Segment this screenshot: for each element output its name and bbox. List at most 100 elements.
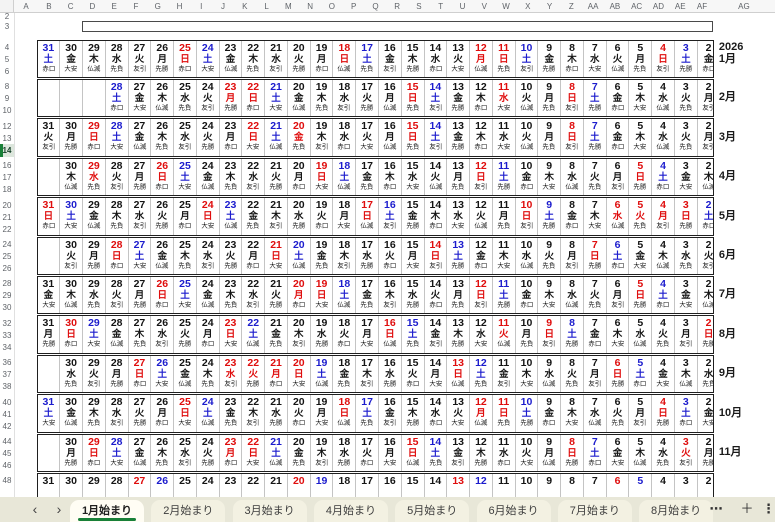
day-cell[interactable]: 25 日赤口 — [174, 40, 197, 77]
day-cell[interactable]: 16 金友引 — [379, 395, 402, 432]
day-cell[interactable]: 21 火先勝 — [265, 158, 288, 196]
column-header-E[interactable]: E — [103, 0, 125, 13]
day-cell[interactable]: 4 水仏滅 — [652, 119, 675, 156]
day-cell[interactable]: 15 月大安 — [402, 237, 425, 274]
day-cell[interactable]: 21 土仏滅 — [265, 119, 288, 156]
column-header-R[interactable]: R — [386, 0, 408, 13]
day-cell[interactable]: 16 火赤口 — [379, 237, 402, 274]
day-cell[interactable]: 6 金大安 — [607, 434, 630, 471]
month-label-cell[interactable]: 4月 — [719, 170, 774, 183]
day-cell[interactable]: 13 火大安 — [447, 40, 471, 77]
day-cell[interactable]: 23 — [220, 473, 243, 497]
day-cell[interactable]: 29 水先負 — [83, 276, 106, 314]
day-cell[interactable]: 4 火先負 — [652, 316, 675, 353]
day-cell[interactable]: 26 木先負 — [151, 119, 175, 156]
day-cell[interactable]: 17 火先勝 — [356, 79, 379, 117]
day-cell[interactable]: 13 金友引 — [447, 434, 471, 471]
day-cell[interactable]: 22 日大安 — [242, 434, 266, 471]
day-cell[interactable]: 19 水先勝 — [311, 316, 334, 353]
row-header-34[interactable]: 34 — [0, 341, 14, 354]
day-cell[interactable]: 23 木先負 — [220, 276, 243, 314]
day-cell[interactable]: 12 水大安 — [470, 316, 493, 353]
day-cell[interactable]: 11 木大安 — [493, 237, 516, 274]
add-sheet-button[interactable]: ＋ — [736, 497, 758, 522]
day-cell[interactable]: 28 水先負 — [106, 40, 129, 77]
day-cell[interactable]: 20 月赤口 — [288, 276, 311, 314]
day-cell[interactable]: 20 金仏滅 — [288, 79, 311, 117]
day-cell[interactable]: 11 火仏滅 — [493, 316, 516, 353]
day-cell[interactable]: 7 日先勝 — [584, 237, 607, 274]
row-header-45[interactable]: 45 — [0, 448, 14, 459]
day-cell[interactable]: 25 日大安 — [174, 395, 197, 432]
day-cell[interactable]: 25 木先負 — [174, 237, 197, 274]
row-header-28[interactable]: 28 — [0, 277, 14, 290]
day-cell[interactable]: 27 月先勝 — [129, 276, 152, 314]
day-cell[interactable]: 20 火先勝 — [288, 40, 311, 77]
day-cell[interactable]: 9 月先負 — [538, 79, 562, 117]
day-cell[interactable]: 23 土仏滅 — [220, 198, 243, 235]
blank-cell[interactable] — [38, 355, 61, 393]
day-cell[interactable]: 6 土赤口 — [607, 237, 630, 274]
day-cell[interactable]: 26 — [151, 473, 175, 497]
day-cell[interactable]: 5 木大安 — [629, 119, 653, 156]
day-cell[interactable]: 4 — [652, 473, 675, 497]
day-cell[interactable]: 24 火友引 — [197, 79, 220, 117]
row-header-9[interactable]: 9 — [0, 93, 14, 104]
month-label-cell[interactable]: 8月 — [719, 328, 774, 341]
day-cell[interactable]: 4 日先勝 — [652, 395, 675, 432]
day-cell[interactable]: 20 月赤口 — [288, 158, 311, 196]
day-cell[interactable]: 14 木赤口 — [425, 198, 448, 235]
row-header-32[interactable]: 32 — [0, 317, 14, 330]
day-cell[interactable]: 27 — [129, 473, 152, 497]
day-cell[interactable]: 26 日赤口 — [151, 158, 175, 196]
day-cell[interactable]: 30 火友引 — [60, 237, 84, 274]
day-cell[interactable]: 6 月友引 — [607, 158, 630, 196]
day-cell[interactable]: 2 月友引 — [698, 80, 713, 117]
day-cell[interactable]: 6 日先勝 — [607, 355, 630, 393]
day-cell[interactable]: 20 日大安 — [288, 355, 311, 393]
day-cell[interactable]: 11 金友引 — [493, 355, 516, 393]
day-cell[interactable]: 9 月仏滅 — [538, 434, 562, 471]
day-cell[interactable]: 10 火仏滅 — [516, 119, 539, 156]
day-cell[interactable]: 31 土大安 — [38, 395, 61, 432]
day-cell[interactable]: 16 木赤口 — [379, 158, 402, 196]
day-cell[interactable]: 7 月友引 — [584, 355, 607, 393]
day-cell[interactable]: 6 金赤口 — [607, 79, 630, 117]
day-cell[interactable]: 27 日赤口 — [129, 355, 152, 393]
day-cell[interactable]: 8 木赤口 — [561, 40, 584, 77]
day-cell[interactable]: 8 火先負 — [561, 355, 584, 393]
day-cell[interactable]: 10 火仏滅 — [516, 79, 539, 117]
day-cell[interactable]: 18 月大安 — [333, 198, 357, 235]
row-header-22[interactable]: 22 — [0, 223, 14, 236]
day-cell[interactable]: 3 火先負 — [675, 119, 698, 156]
day-cell[interactable]: 2 木仏滅 — [698, 159, 713, 196]
day-cell[interactable]: 10 — [516, 473, 539, 497]
day-cell[interactable]: 5 月友引 — [629, 395, 653, 432]
day-cell[interactable]: 23 木先負 — [220, 158, 243, 196]
day-cell[interactable]: 30 水先負 — [60, 355, 84, 393]
day-cell[interactable]: 12 — [470, 473, 493, 497]
day-cell[interactable]: 13 木先勝 — [447, 316, 471, 353]
day-cell[interactable]: 2 月友引 — [698, 119, 713, 156]
day-cell[interactable]: 17 土先負 — [356, 40, 379, 77]
day-cell[interactable]: 16 水先勝 — [379, 355, 402, 393]
day-cell[interactable]: 25 — [174, 473, 197, 497]
day-cell[interactable]: 25 水友引 — [174, 119, 197, 156]
day-cell[interactable]: 7 — [584, 473, 607, 497]
day-cell[interactable]: 24 火先勝 — [197, 119, 220, 156]
row-header-8[interactable]: 8 — [0, 80, 14, 93]
day-cell[interactable]: 7 土先勝 — [584, 119, 607, 156]
day-cell[interactable]: 21 金先負 — [265, 316, 288, 353]
day-cell[interactable]: 24 土仏滅 — [197, 395, 220, 432]
day-cell[interactable]: 25 月赤口 — [174, 198, 197, 235]
day-cell[interactable]: 17 火赤口 — [356, 434, 379, 471]
day-cell[interactable]: 4 金大安 — [652, 355, 675, 393]
row-header-2[interactable]: 2 — [0, 13, 14, 21]
day-cell[interactable]: 12 月仏滅 — [470, 40, 493, 77]
row-header-17[interactable]: 17 — [0, 172, 14, 183]
day-cell[interactable]: 29 木先負 — [83, 395, 106, 432]
day-cell[interactable]: 8 — [561, 473, 584, 497]
day-cell[interactable]: 13 土先勝 — [447, 237, 471, 274]
day-cell[interactable]: 17 — [356, 473, 379, 497]
column-header-AA[interactable]: AA — [582, 0, 604, 13]
